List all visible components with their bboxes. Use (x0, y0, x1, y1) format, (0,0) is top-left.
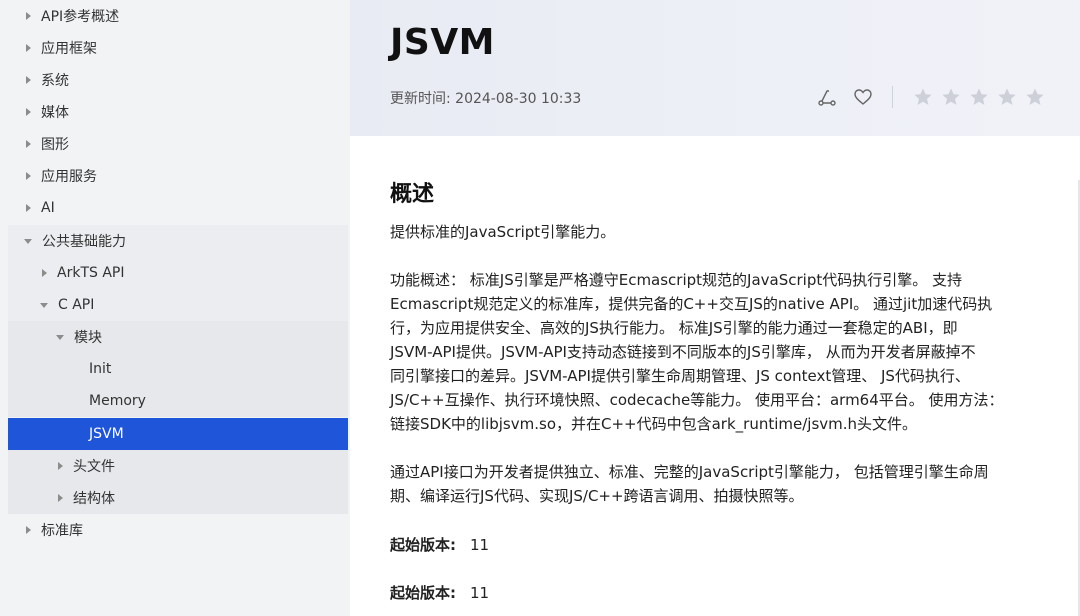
text-line: 同引擎接口的差异。JSVM-API提供引擎生命周期管理、JS context管理… (390, 367, 970, 385)
text-line: 链接SDK中的libjsvm.so，并在C++代码中包含ark_runtime/… (390, 415, 918, 433)
sidebar-item-label: JSVM (89, 426, 124, 442)
sidebar-item-structs[interactable]: 结构体 (8, 482, 348, 514)
star-icon[interactable] (1021, 86, 1049, 108)
text-line: 期、编译运行JS代码、实现JS/C++跨语言调用、拍摄快照等。 (390, 487, 804, 505)
star-icon[interactable] (937, 86, 965, 108)
sidebar-item-label: Memory (89, 393, 146, 409)
chevron-down-icon (24, 238, 32, 244)
sidebar-item-label: C API (58, 297, 95, 313)
sidebar-item-label: 应用框架 (41, 41, 97, 57)
chevron-right-icon (58, 494, 63, 502)
sidebar-item-system[interactable]: 系统 (0, 64, 348, 96)
chevron-right-icon (26, 44, 31, 52)
text-line: JSVM-API提供。JSVM-API支持动态链接到不同版本的JS引擎库， 从而… (390, 343, 976, 361)
sidebar-item-label: 头文件 (73, 459, 115, 475)
sidebar-item-ai[interactable]: AI (0, 192, 348, 224)
star-icon[interactable] (965, 86, 993, 108)
chevron-right-icon (26, 140, 31, 148)
api-paragraph: 通过API接口为开发者提供独立、标准、完整的JavaScript引擎能力， 包括… (390, 460, 1030, 508)
rating-stars[interactable] (909, 86, 1049, 108)
text-line: 行，为应用提供安全、高效的JS执行能力。 标准JS引擎的能力通过一套稳定的ABI… (390, 319, 958, 337)
since-version-label: 起始版本: (390, 584, 456, 602)
sidebar-item-label: 媒体 (41, 105, 69, 121)
since-version-value: 11 (470, 536, 490, 554)
page-title: JSVM (390, 22, 496, 63)
sidebar-item-label: API参考概述 (41, 9, 120, 25)
chevron-right-icon (26, 76, 31, 84)
sidebar: API参考概述 应用框架 系统 媒体 图形 应用服务 AI 公共基础能力 Ark… (0, 0, 348, 616)
sidebar-item-label: 图形 (41, 137, 69, 153)
sidebar-item-label: ArkTS API (57, 265, 125, 281)
sidebar-item-app-framework[interactable]: 应用框架 (0, 32, 348, 64)
sidebar-item-app-services[interactable]: 应用服务 (0, 160, 348, 192)
sidebar-item-modules[interactable]: 模块 (8, 321, 348, 353)
text-line: 功能概述： 标准JS引擎是严格遵守Ecmascript规范的JavaScript… (390, 271, 963, 289)
since-version: 起始版本: 11 (390, 534, 489, 555)
chevron-right-icon (58, 462, 63, 470)
chevron-right-icon (26, 12, 31, 20)
overview-paragraph: 功能概述： 标准JS引擎是严格遵守Ecmascript规范的JavaScript… (390, 268, 1030, 436)
sidebar-item-arkts-api[interactable]: ArkTS API (8, 257, 348, 289)
sidebar-item-label: 结构体 (73, 491, 115, 507)
text-line: 通过API接口为开发者提供独立、标准、完整的JavaScript引擎能力， 包括… (390, 463, 989, 481)
divider (892, 86, 893, 108)
intro-paragraph: 提供标准的JavaScript引擎能力。 (390, 223, 616, 241)
updated-time: 更新时间: 2024-08-30 10:33 (390, 91, 582, 107)
star-icon[interactable] (909, 86, 937, 108)
chevron-right-icon (42, 269, 47, 277)
since-version-value: 11 (470, 584, 490, 602)
sidebar-item-init[interactable]: Init (8, 353, 348, 385)
sidebar-item-label: AI (41, 200, 55, 216)
sidebar-item-label: 系统 (41, 73, 69, 89)
chevron-right-icon (26, 172, 31, 180)
star-icon[interactable] (993, 86, 1021, 108)
sidebar-item-memory[interactable]: Memory (8, 385, 348, 417)
sidebar-item-graphics[interactable]: 图形 (0, 128, 348, 160)
chevron-down-icon (40, 302, 48, 308)
sidebar-item-label: 模块 (74, 330, 102, 346)
page-header: JSVM 更新时间: 2024-08-30 10:33 (350, 0, 1080, 136)
sidebar-item-jsvm[interactable]: JSVM (8, 418, 348, 450)
sidebar-item-c-api[interactable]: C API (8, 289, 348, 321)
sidebar-item-media[interactable]: 媒体 (0, 96, 348, 128)
chevron-down-icon (56, 334, 64, 340)
sidebar-item-label: 公共基础能力 (42, 234, 126, 250)
sidebar-item-label: 标准库 (41, 523, 83, 539)
since-version-label: 起始版本: (390, 536, 456, 554)
heart-icon[interactable] (852, 86, 874, 108)
since-version: 起始版本: 11 (390, 582, 489, 603)
text-line: JS/C++互操作、执行环境快照、codecache等能力。 使用平台：arm6… (390, 391, 1004, 409)
sidebar-item-common-basics[interactable]: 公共基础能力 (8, 225, 348, 257)
chevron-right-icon (26, 108, 31, 116)
header-actions (816, 86, 1049, 108)
chevron-right-icon (26, 526, 31, 534)
share-icon[interactable] (816, 86, 838, 108)
sidebar-item-label: 应用服务 (41, 169, 97, 185)
article-content: 概述 提供标准的JavaScript引擎能力。 功能概述： 标准JS引擎是严格遵… (350, 136, 1080, 616)
section-title: 概述 (390, 182, 435, 207)
chevron-right-icon (26, 204, 31, 212)
sidebar-item-stdlib[interactable]: 标准库 (0, 514, 348, 546)
sidebar-item-api-overview[interactable]: API参考概述 (0, 0, 348, 32)
sidebar-item-headers[interactable]: 头文件 (8, 450, 348, 482)
sidebar-item-label: Init (89, 361, 112, 377)
text-line: Ecmascript规范定义的标准库，提供完备的C++交互JS的native A… (390, 295, 993, 313)
